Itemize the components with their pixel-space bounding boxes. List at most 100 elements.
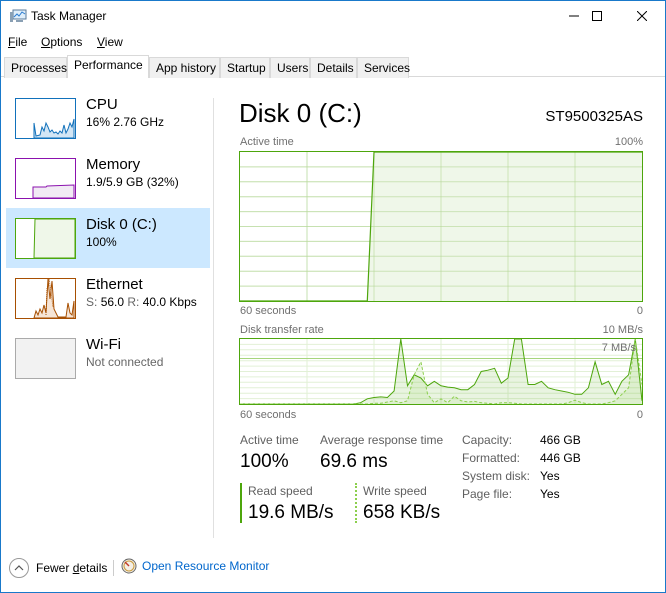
tab-users[interactable]: Users	[270, 57, 310, 78]
menu-options-label: ptions	[50, 35, 83, 49]
page-file-value: Yes	[540, 487, 560, 501]
active-time-value: 100%	[240, 451, 289, 472]
read-speed-label: Read speed	[248, 484, 313, 498]
tab-app-history[interactable]: App history	[149, 57, 220, 78]
menu-options[interactable]: Options	[41, 35, 82, 49]
write-speed-legend-bar	[355, 483, 357, 523]
fewer-details-pre: Fewer	[36, 561, 73, 575]
tab-services-label: Services	[364, 61, 411, 75]
formatted-label: Formatted:	[462, 451, 521, 465]
task-manager-app-icon	[10, 9, 27, 22]
ethernet-thumbnail-graph	[15, 278, 76, 319]
page-file-label: Page file:	[462, 487, 513, 501]
resource-monitor-icon	[121, 558, 137, 574]
tab-app-history-label: App history	[156, 61, 217, 75]
active-time-graph-label: Active time	[240, 136, 294, 148]
capacity-label: Capacity:	[462, 433, 513, 447]
wifi-thumbnail-graph	[15, 338, 76, 379]
active-time-axis-right: 0	[636, 305, 643, 317]
ethernet-name: Ethernet	[86, 276, 143, 293]
transfer-rate-axis-right: 0	[636, 409, 643, 421]
sidebar-item-memory[interactable]: Memory 1.9/5.9 GB (32%)	[6, 148, 210, 208]
disk-usage: 100%	[86, 235, 117, 249]
write-speed-label: Write speed	[363, 484, 427, 498]
ethernet-send-value: 56.0	[100, 295, 125, 309]
fewer-details-post: etails	[79, 561, 108, 575]
ethernet-receive-value: 40.0 Kbps	[142, 295, 197, 309]
avg-response-value: 69.6 ms	[320, 451, 388, 472]
tab-details-label: Details	[317, 61, 354, 75]
close-icon	[637, 11, 647, 21]
sidebar-item-cpu[interactable]: CPU 16% 2.76 GHz	[6, 88, 210, 148]
menu-view-accel: V	[97, 35, 105, 49]
maximize-icon	[592, 11, 602, 21]
open-resource-monitor-label: Open Resource Monitor	[142, 559, 270, 573]
transfer-rate-graph: 7 MB/s	[239, 338, 643, 405]
disk-model: ST9500325AS	[545, 108, 643, 125]
write-speed-value: 658 KB/s	[363, 502, 441, 523]
menu-view[interactable]: View	[97, 35, 123, 49]
open-resource-monitor-link[interactable]: Open Resource Monitor	[121, 558, 269, 574]
tab-performance[interactable]: Performance	[67, 55, 149, 78]
ethernet-send-label: S:	[86, 295, 98, 309]
avg-response-label: Average response time	[320, 433, 444, 447]
active-time-label: Active time	[240, 433, 299, 447]
active-time-chart	[240, 152, 642, 301]
sidebar-item-wifi[interactable]: Wi-Fi Not connected	[6, 328, 210, 388]
system-disk-value: Yes	[540, 469, 560, 483]
cpu-thumbnail-graph	[15, 98, 76, 139]
close-button[interactable]	[619, 1, 665, 31]
menu-options-accel: O	[41, 35, 51, 49]
footer-bar: Fewer details Open Resource Monitor	[1, 554, 665, 584]
memory-usage: 1.9/5.9 GB (32%)	[86, 175, 179, 189]
sidebar-divider	[213, 98, 214, 538]
cpu-name: CPU	[86, 96, 118, 113]
capacity-value: 466 GB	[540, 433, 581, 447]
tab-processes[interactable]: Processes	[4, 57, 67, 78]
cpu-usage: 16% 2.76 GHz	[86, 115, 165, 129]
title-bar[interactable]: Task Manager	[1, 1, 665, 31]
menu-bar: File Options View	[1, 32, 665, 52]
memory-name: Memory	[86, 156, 141, 173]
memory-thumbnail-graph	[15, 158, 76, 199]
tab-users-label: Users	[277, 61, 309, 75]
tab-startup[interactable]: Startup	[220, 57, 270, 78]
fewer-details-button[interactable]: Fewer details	[9, 558, 107, 578]
disk-title: Disk 0 (C:)	[239, 98, 362, 128]
wifi-status: Not connected	[86, 355, 164, 369]
fewer-details-label: Fewer details	[36, 561, 107, 575]
menu-file-label: ile	[15, 35, 28, 49]
tab-bar: Processes Performance App history Startu…	[1, 55, 665, 78]
tab-performance-label: Performance	[74, 58, 143, 72]
tab-details[interactable]: Details	[310, 57, 357, 78]
system-disk-label: System disk:	[462, 469, 531, 483]
window-title: Task Manager	[31, 9, 107, 23]
tab-processes-label: Processes	[11, 61, 68, 75]
ethernet-throughput: S: 56.0 R: 40.0 Kbps	[86, 295, 197, 309]
active-time-axis-left: 60 seconds	[240, 305, 297, 317]
menu-file[interactable]: File	[8, 35, 27, 49]
disk-name: Disk 0 (C:)	[86, 216, 157, 233]
transfer-rate-graph-label: Disk transfer rate	[240, 324, 324, 336]
chevron-up-circle-icon	[9, 558, 29, 578]
transfer-rate-graph-max: 10 MB/s	[602, 324, 643, 336]
performance-panel: CPU 16% 2.76 GHz Memory 1.9/5.9 GB (32%)	[1, 78, 665, 538]
transfer-rate-axis-left: 60 seconds	[240, 409, 297, 421]
read-speed-legend-bar	[240, 483, 242, 523]
task-manager-window: Task Manager File Options View Processes…	[0, 0, 666, 593]
active-time-graph-max: 100%	[614, 136, 643, 148]
sidebar-item-disk0[interactable]: Disk 0 (C:) 100%	[6, 208, 210, 268]
transfer-rate-chart	[240, 339, 642, 404]
transfer-rate-marker-label: 7 MB/s	[601, 342, 636, 354]
active-time-graph	[239, 151, 643, 302]
tab-services[interactable]: Services	[357, 57, 411, 78]
read-speed-value: 19.6 MB/s	[248, 502, 334, 523]
sidebar-item-ethernet[interactable]: Ethernet S: 56.0 R: 40.0 Kbps	[6, 268, 210, 328]
formatted-value: 446 GB	[540, 451, 581, 465]
footer-separator	[113, 560, 114, 576]
ethernet-receive-label: R:	[127, 295, 140, 309]
wifi-name: Wi-Fi	[86, 336, 121, 353]
tab-startup-label: Startup	[227, 61, 266, 75]
maximize-button[interactable]	[574, 1, 620, 31]
disk-thumbnail-graph	[15, 218, 76, 259]
